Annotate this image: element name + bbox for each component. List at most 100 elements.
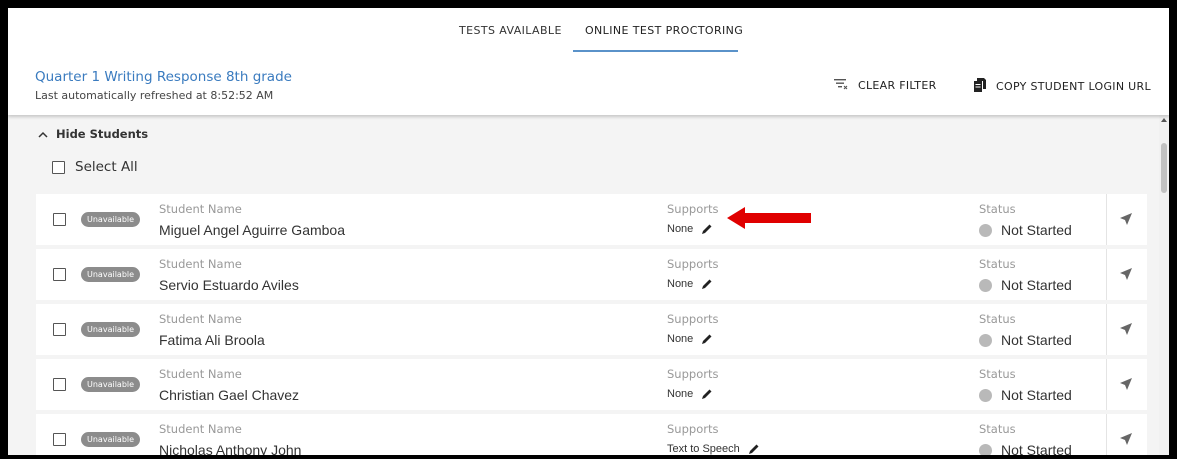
status-label: Status <box>979 312 1016 326</box>
status-text: Not Started <box>1001 332 1072 348</box>
student-row: Unavailable Student Name Nicholas Anthon… <box>36 414 1147 455</box>
supports-text: Text to Speech <box>667 443 740 455</box>
send-arrow-icon[interactable] <box>1119 267 1133 286</box>
pencil-icon[interactable] <box>701 388 713 400</box>
test-title: Quarter 1 Writing Response 8th grade <box>35 69 292 85</box>
supports-value: None <box>667 223 713 235</box>
select-all-checkbox[interactable]: Select All <box>52 159 138 175</box>
availability-badge: Unavailable <box>81 322 141 337</box>
status-text: Not Started <box>1001 222 1072 238</box>
student-name-label: Student Name <box>159 422 242 436</box>
status-dot-icon <box>979 223 992 237</box>
status-dot-icon <box>979 443 992 455</box>
status-dot-icon <box>979 388 992 402</box>
red-arrow-left-icon <box>727 207 811 234</box>
availability-badge: Unavailable <box>81 267 141 282</box>
student-name: Miguel Angel Aguirre Gamboa <box>159 222 345 238</box>
availability-badge: Unavailable <box>81 212 141 227</box>
app-frame: TESTS AVAILABLE ONLINE TEST PROCTORING Q… <box>8 8 1169 455</box>
supports-value: None <box>667 278 713 290</box>
status-text: Not Started <box>1001 277 1072 293</box>
availability-badge: Unavailable <box>81 432 141 447</box>
student-name-label: Student Name <box>159 202 242 216</box>
vertical-scrollbar[interactable] <box>1159 115 1169 455</box>
row-checkbox[interactable] <box>53 378 66 391</box>
student-name-label: Student Name <box>159 257 242 271</box>
supports-text: None <box>667 333 694 345</box>
tab-bar: TESTS AVAILABLE ONLINE TEST PROCTORING <box>8 8 1169 58</box>
hide-students-label: Hide Students <box>56 127 149 141</box>
active-tab-indicator <box>573 50 738 52</box>
row-checkbox[interactable] <box>53 268 66 281</box>
pencil-icon[interactable] <box>701 223 713 235</box>
send-arrow-icon[interactable] <box>1119 377 1133 396</box>
status-label: Status <box>979 422 1016 436</box>
status-label: Status <box>979 367 1016 381</box>
status-value: Not Started <box>979 222 1072 238</box>
student-name: Servio Estuardo Aviles <box>159 277 299 293</box>
pencil-icon[interactable] <box>748 443 760 455</box>
supports-text: None <box>667 388 694 400</box>
refresh-timestamp: Last automatically refreshed at 8:52:52 … <box>35 89 274 102</box>
row-divider <box>1106 194 1107 245</box>
supports-text: None <box>667 223 694 235</box>
supports-label: Supports <box>667 257 719 271</box>
filter-clear-icon <box>834 78 858 93</box>
status-value: Not Started <box>979 277 1072 293</box>
supports-value: None <box>667 333 713 345</box>
copy-document-icon <box>974 78 996 95</box>
pencil-icon[interactable] <box>701 333 713 345</box>
scroll-up-icon[interactable] <box>1161 118 1167 122</box>
supports-value: None <box>667 388 713 400</box>
status-dot-icon <box>979 278 992 292</box>
status-value: Not Started <box>979 387 1072 403</box>
student-row: Unavailable Student Name Fatima Ali Broo… <box>36 304 1147 355</box>
send-arrow-icon[interactable] <box>1119 212 1133 231</box>
row-divider <box>1106 249 1107 300</box>
student-name-label: Student Name <box>159 367 242 381</box>
select-all-label: Select All <box>75 159 138 175</box>
row-divider <box>1106 414 1107 455</box>
student-row: Unavailable Student Name Miguel Angel Ag… <box>36 194 1147 245</box>
send-arrow-icon[interactable] <box>1119 432 1133 451</box>
student-row: Unavailable Student Name Christian Gael … <box>36 359 1147 410</box>
supports-label: Supports <box>667 422 719 436</box>
status-value: Not Started <box>979 332 1072 348</box>
supports-value: Text to Speech <box>667 443 760 455</box>
tab-online-test-proctoring[interactable]: ONLINE TEST PROCTORING <box>585 24 743 37</box>
status-value: Not Started <box>979 442 1072 455</box>
student-list-area: Hide Students Select All Unavailable Stu… <box>8 115 1159 455</box>
copy-student-login-url-button[interactable]: COPY STUDENT LOGIN URL <box>974 78 1151 95</box>
pencil-icon[interactable] <box>701 278 713 290</box>
clear-filter-label: CLEAR FILTER <box>858 79 937 92</box>
status-dot-icon <box>979 333 992 347</box>
supports-label: Supports <box>667 367 719 381</box>
student-name: Nicholas Anthony John <box>159 442 302 455</box>
row-checkbox[interactable] <box>53 433 66 446</box>
row-divider <box>1106 359 1107 410</box>
row-checkbox[interactable] <box>53 213 66 226</box>
supports-label: Supports <box>667 312 719 326</box>
student-name: Fatima Ali Broola <box>159 332 265 348</box>
checkbox[interactable] <box>52 160 65 174</box>
status-label: Status <box>979 202 1016 216</box>
availability-badge: Unavailable <box>81 377 141 392</box>
top-bar: TESTS AVAILABLE ONLINE TEST PROCTORING Q… <box>8 8 1169 115</box>
tab-tests-available[interactable]: TESTS AVAILABLE <box>459 24 562 37</box>
copy-url-label: COPY STUDENT LOGIN URL <box>996 80 1151 93</box>
supports-text: None <box>667 278 694 290</box>
status-label: Status <box>979 257 1016 271</box>
hide-students-toggle[interactable]: Hide Students <box>38 127 148 141</box>
supports-label: Supports <box>667 202 719 216</box>
student-row: Unavailable Student Name Servio Estuardo… <box>36 249 1147 300</box>
chevron-up-icon <box>38 127 48 141</box>
status-text: Not Started <box>1001 442 1072 455</box>
clear-filter-button[interactable]: CLEAR FILTER <box>834 78 937 93</box>
student-name-label: Student Name <box>159 312 242 326</box>
row-checkbox[interactable] <box>53 323 66 336</box>
status-text: Not Started <box>1001 387 1072 403</box>
scroll-thumb[interactable] <box>1161 143 1167 193</box>
student-name: Christian Gael Chavez <box>159 387 300 403</box>
send-arrow-icon[interactable] <box>1119 322 1133 341</box>
row-divider <box>1106 304 1107 355</box>
